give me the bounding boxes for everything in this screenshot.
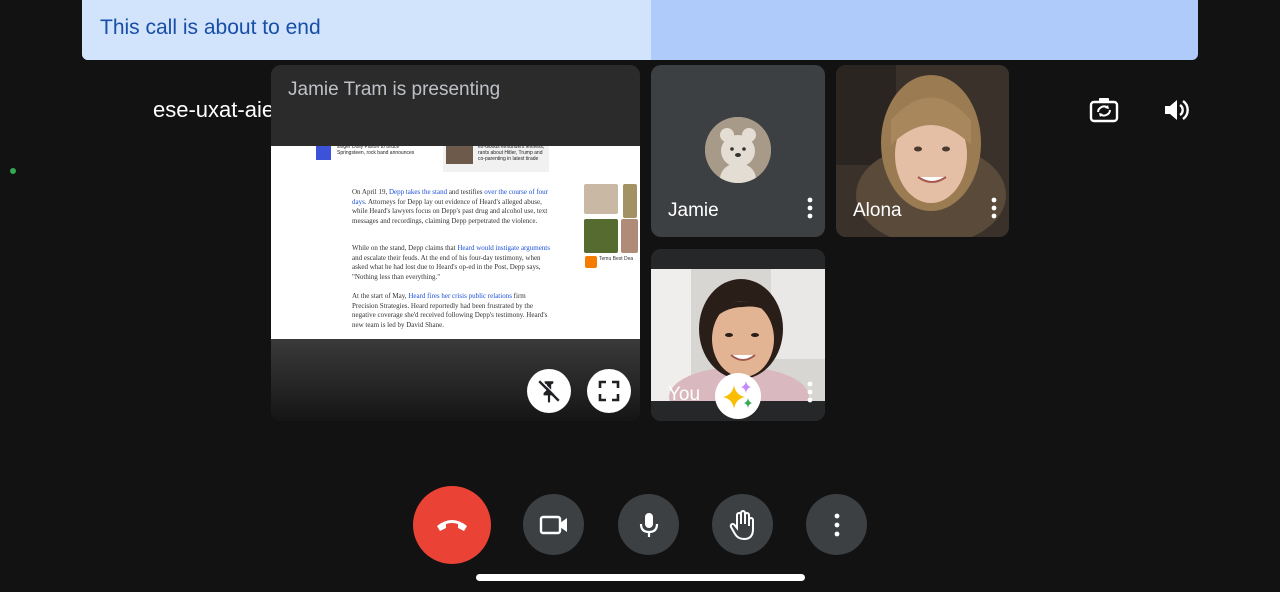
- side-ad-label: Temu Best Dea: [599, 256, 634, 262]
- microphone-icon: [639, 512, 658, 537]
- shared-screen: singer Dolly Parton to Bruce Springsteen…: [271, 146, 640, 339]
- presenting-caption: Jamie Tram is presenting: [288, 79, 501, 100]
- camera-button[interactable]: [523, 494, 584, 555]
- participant-name: Jamie: [668, 200, 719, 221]
- meeting-code-label: ese-uxat-aie: [153, 97, 275, 122]
- hang-up-button[interactable]: [413, 486, 491, 564]
- article-text: While on the stand, Depp claims that: [352, 244, 458, 252]
- avatar: [705, 117, 771, 183]
- participant-tile-jamie[interactable]: Jamie: [651, 65, 825, 237]
- participant-name: You: [668, 384, 701, 405]
- more-vert-icon[interactable]: [805, 196, 815, 220]
- fullscreen-icon: [598, 380, 620, 402]
- article-headline-right: ex-Goods elmunders leftness, rants about…: [478, 146, 545, 162]
- presentation-tile[interactable]: Jamie Tram is presenting singer Dolly Pa…: [271, 65, 640, 421]
- article-text: On April 19,: [352, 188, 389, 196]
- switch-camera-icon[interactable]: [1088, 94, 1120, 126]
- status-dot: [10, 168, 16, 174]
- video-camera-icon: [539, 515, 567, 534]
- fullscreen-button[interactable]: [587, 369, 631, 413]
- presentation-header: [271, 65, 640, 146]
- article-link[interactable]: Heard fires her crisis public relations: [408, 292, 512, 300]
- unpin-icon: [538, 379, 561, 403]
- raise-hand-button[interactable]: [712, 494, 773, 555]
- speaker-icon[interactable]: [1160, 94, 1192, 126]
- raise-hand-icon: [729, 509, 754, 540]
- temu-logo: [585, 256, 597, 268]
- side-ad-image: [584, 184, 618, 214]
- article-headline-left: singer Dolly Parton to Bruce Springsteen…: [337, 146, 415, 156]
- unpin-button[interactable]: [527, 369, 571, 413]
- article-related-thumb: [446, 146, 473, 164]
- article-paragraph-1: On April 19, Depp takes the stand and te…: [352, 188, 552, 226]
- side-ad-image: [623, 184, 637, 218]
- article-link[interactable]: Heard would instigate arguments: [457, 244, 550, 252]
- article-paragraph-3: At the start of May, Heard fires her cri…: [352, 292, 552, 330]
- effects-button[interactable]: [715, 373, 761, 419]
- more-vert-icon[interactable]: [805, 380, 815, 404]
- sparkle-effects-icon: [723, 381, 752, 409]
- hang-up-icon: [437, 520, 467, 531]
- more-options-button[interactable]: [806, 494, 867, 555]
- article-paragraph-2: While on the stand, Depp claims that Hea…: [352, 244, 552, 282]
- call-ending-banner: This call is about to end: [82, 0, 1198, 60]
- article-text: . Attorneys for Depp lay out evidence of…: [352, 197, 548, 225]
- participant-name: Alona: [853, 200, 902, 221]
- home-indicator[interactable]: [476, 574, 805, 581]
- more-vert-icon[interactable]: [989, 196, 999, 220]
- presentation-footer: [271, 339, 640, 421]
- article-link[interactable]: Depp takes the stand: [389, 188, 447, 196]
- article-text: At the start of May,: [352, 292, 409, 300]
- bear-avatar-icon: [705, 117, 771, 183]
- participant-tile-alona[interactable]: Alona: [836, 65, 1009, 237]
- microphone-button[interactable]: [618, 494, 679, 555]
- article-thumb-blue: [316, 146, 331, 160]
- article-text: and escalate their feuds. At the end of …: [352, 253, 541, 281]
- more-vert-icon: [834, 513, 839, 536]
- banner-text: This call is about to end: [100, 16, 321, 39]
- side-ad-image: [584, 219, 618, 253]
- side-ad-image: [621, 219, 638, 253]
- article-text: and testifies: [447, 188, 485, 196]
